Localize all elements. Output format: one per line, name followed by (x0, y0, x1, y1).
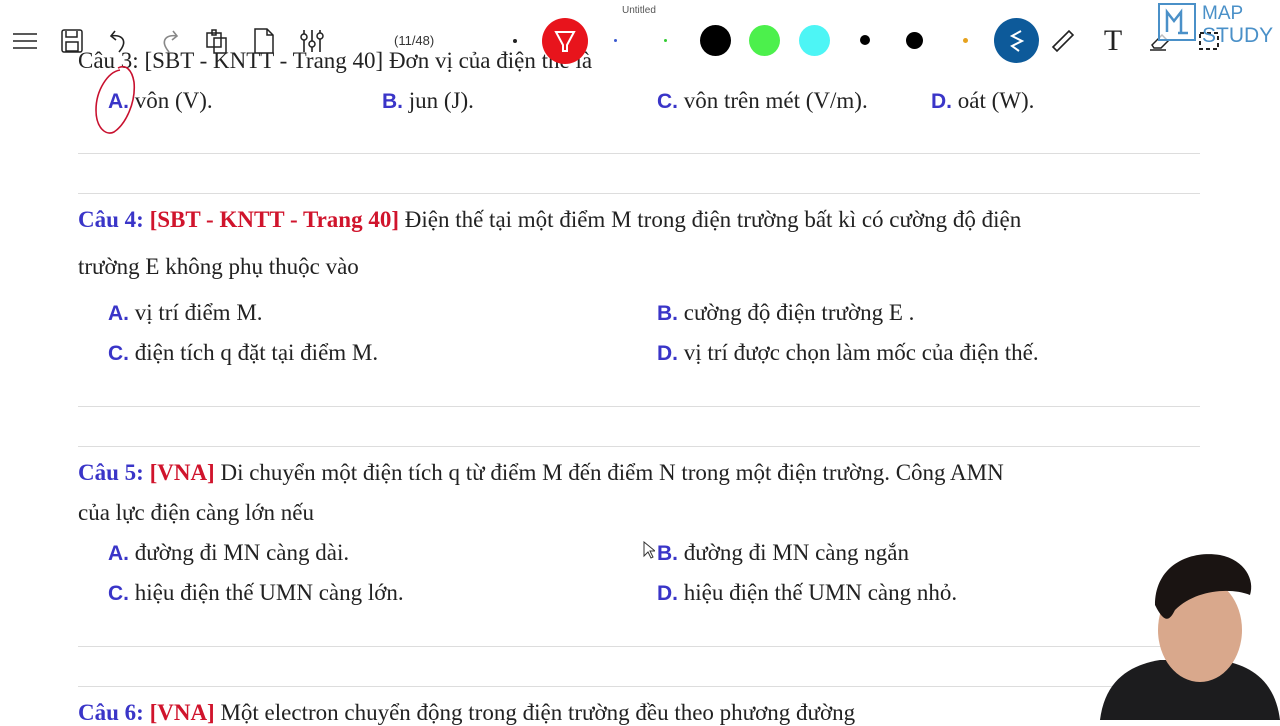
save-icon[interactable] (55, 24, 89, 58)
page-indicator: (11/48) (394, 33, 435, 48)
color-swatch-green[interactable] (749, 25, 780, 56)
highlighter-pen-button[interactable] (542, 18, 588, 64)
question-5-stem: Câu 5: [VNA] Di chuyển một điện tích q t… (78, 460, 1004, 485)
question-5-stem-cont: của lực điện càng lớn nếu (78, 500, 315, 525)
color-swatch-blue-small[interactable] (614, 39, 617, 42)
divider (78, 686, 1200, 687)
q5-option-b[interactable]: B. đường đi MN càng ngắn (657, 540, 909, 566)
option-text: oát (W). (957, 88, 1035, 113)
q5-option-c[interactable]: C. hiệu điện thế UMN càng lớn. (108, 580, 404, 606)
q5-option-d[interactable]: D. hiệu điện thế UMN càng nhỏ. (657, 580, 957, 606)
option-text: vôn (V). (134, 88, 213, 113)
svg-text:STUDY: STUDY (1202, 24, 1273, 47)
question-4-stem: Câu 4: [SBT - KNTT - Trang 40] Điện thế … (78, 207, 1022, 232)
option-text: jun (J). (408, 88, 474, 113)
divider (78, 646, 1200, 647)
settings-sliders-icon[interactable] (295, 24, 329, 58)
option-label: C. (657, 90, 678, 113)
presenter-webcam (1100, 554, 1280, 720)
clipboard-icon[interactable] (199, 24, 233, 58)
stroke-size-large[interactable] (906, 32, 923, 49)
q3-option-d[interactable]: D. oát (W). (931, 88, 1034, 114)
divider (78, 193, 1200, 194)
undo-icon[interactable] (103, 24, 137, 58)
color-swatch-green-small[interactable] (664, 39, 667, 42)
q4-option-c[interactable]: C. điện tích q đặt tại điểm M. (108, 340, 378, 366)
option-label: B. (382, 90, 403, 113)
new-page-icon[interactable] (247, 24, 281, 58)
mapstudy-logo: MAP STUDY (1158, 2, 1278, 47)
option-text: vôn trên mét (V/m). (683, 88, 868, 113)
toolbar: Untitled (11/48) T MAP STUDY (0, 0, 1280, 80)
q5-option-a[interactable]: A. đường đi MN càng dài. (108, 540, 349, 566)
color-swatch-cyan[interactable] (799, 25, 830, 56)
ruler-icon[interactable] (1046, 24, 1080, 58)
menu-icon[interactable] (8, 24, 42, 58)
question-6-stem: Câu 6: [VNA] Một electron chuyển động tr… (78, 700, 856, 725)
redo-icon[interactable] (151, 24, 185, 58)
pen-size-dot[interactable] (513, 39, 517, 43)
q4-option-b[interactable]: B. cường độ điện trường E . (657, 300, 914, 326)
document-title: Untitled (622, 5, 656, 16)
question-4-stem-cont: trường E không phụ thuộc vào (78, 254, 359, 279)
q4-option-a[interactable]: A. vị trí điểm M. (108, 300, 263, 326)
option-label: D. (931, 90, 952, 113)
stroke-size-small[interactable] (860, 35, 870, 45)
q3-option-b[interactable]: B. jun (J). (382, 88, 474, 114)
text-tool-icon[interactable]: T (1096, 24, 1130, 58)
mouse-cursor-icon (643, 541, 655, 559)
divider (78, 406, 1200, 407)
q4-option-d[interactable]: D. vị trí được chọn làm mốc của điện thế… (657, 340, 1039, 366)
divider (78, 153, 1200, 154)
divider (78, 446, 1200, 447)
color-swatch-black[interactable] (700, 25, 731, 56)
red-ink-circle-annotation (95, 66, 136, 134)
q3-option-c[interactable]: C. vôn trên mét (V/m). (657, 88, 868, 114)
svg-text:MAP: MAP (1202, 3, 1243, 24)
freehand-stroke-button[interactable] (994, 18, 1039, 63)
color-swatch-orange-small[interactable] (963, 38, 968, 43)
